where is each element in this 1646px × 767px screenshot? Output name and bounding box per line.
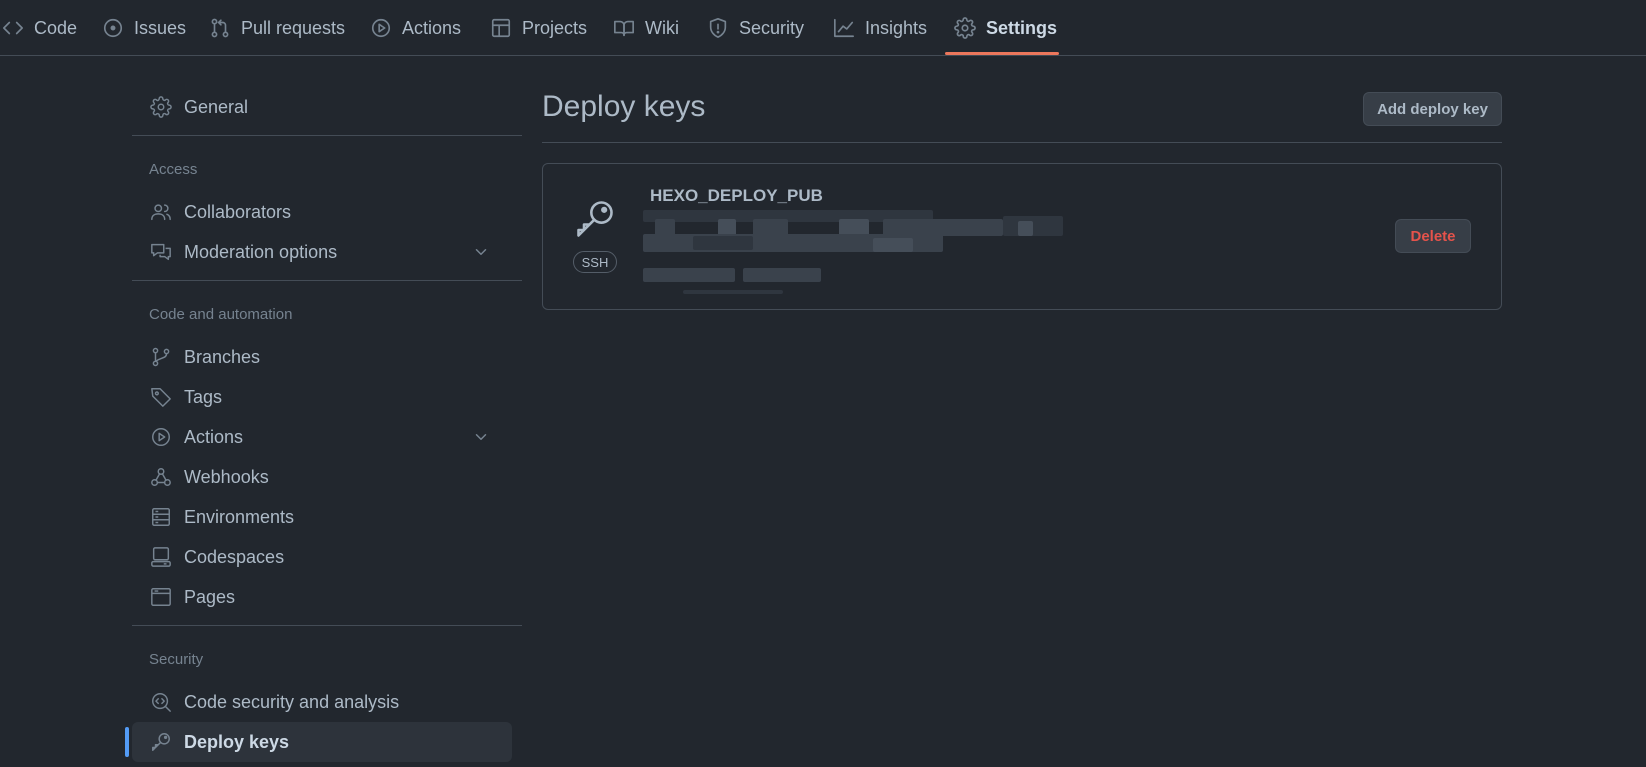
sidebar-item-codespaces[interactable]: Codespaces: [132, 537, 512, 577]
page-title: Deploy keys: [542, 90, 706, 123]
sidebar-item-deploy-keys[interactable]: Deploy keys: [125, 722, 512, 762]
sidebar-item-label: Collaborators: [184, 201, 292, 222]
repo-nav: Code Issues Pull requests Actions Projec…: [0, 0, 1646, 56]
codespaces-icon: [150, 546, 172, 568]
sidebar-item-label: Codespaces: [184, 546, 285, 567]
server-icon: [150, 506, 172, 528]
browser-icon: [150, 586, 172, 608]
issue-opened-icon: [102, 17, 124, 39]
sidebar-item-label: Moderation options: [184, 241, 338, 262]
active-item-indicator: [125, 727, 129, 757]
sidebar-divider: [132, 280, 522, 281]
code-icon: [2, 17, 24, 39]
add-deploy-key-button[interactable]: Add deploy key: [1363, 92, 1502, 126]
sidebar-item-collaborators[interactable]: Collaborators: [132, 192, 512, 232]
graph-icon: [833, 17, 855, 39]
sidebar-item-label: Deploy keys: [184, 731, 290, 752]
play-icon: [370, 17, 392, 39]
sidebar-heading-code-and-automation: Code and automation: [149, 306, 293, 323]
tab-projects[interactable]: Projects: [490, 0, 587, 56]
tab-label: Insights: [865, 17, 928, 38]
sidebar-item-label: Tags: [184, 386, 223, 407]
codescan-icon: [150, 691, 172, 713]
webhook-icon: [150, 466, 172, 488]
sidebar-item-branches[interactable]: Branches: [132, 337, 512, 377]
play-icon: [150, 426, 172, 448]
tab-label: Actions: [402, 17, 462, 38]
key-icon: [150, 731, 172, 753]
title-divider: [542, 142, 1502, 143]
tab-label: Code: [34, 17, 78, 38]
sidebar-divider: [132, 135, 522, 136]
tab-label: Security: [739, 17, 805, 38]
active-tab-indicator: [945, 52, 1059, 55]
sidebar-item-label: Webhooks: [184, 466, 269, 487]
sidebar-item-label: Pages: [184, 586, 236, 607]
delete-key-button[interactable]: Delete: [1395, 219, 1471, 253]
tab-actions[interactable]: Actions: [370, 0, 461, 56]
tab-label: Projects: [522, 17, 588, 38]
tab-security[interactable]: Security: [707, 0, 804, 56]
sidebar-item-code-security-and-analysis[interactable]: Code security and analysis: [132, 682, 512, 722]
tab-label: Issues: [134, 17, 187, 38]
comment-discussion-icon: [150, 241, 172, 263]
tab-label: Settings: [986, 17, 1058, 38]
shield-icon: [707, 17, 729, 39]
sidebar-item-environments[interactable]: Environments: [132, 497, 512, 537]
key-type-badge: SSH: [573, 251, 617, 273]
sidebar-item-label: Environments: [184, 506, 295, 527]
table-icon: [490, 17, 512, 39]
deploy-key-card: SSH HEXO_DEPLOY_PUB Delete: [542, 163, 1502, 310]
book-icon: [613, 17, 635, 39]
tab-issues[interactable]: Issues: [102, 0, 186, 56]
sidebar-item-label: Code security and analysis: [184, 691, 400, 712]
sidebar-item-pages[interactable]: Pages: [132, 577, 512, 617]
sidebar-item-label: Actions: [184, 426, 244, 447]
git-pull-request-icon: [209, 17, 231, 39]
key-icon: [577, 201, 613, 237]
tag-icon: [150, 386, 172, 408]
sidebar-item-actions[interactable]: Actions: [132, 417, 512, 457]
chevron-down-icon[interactable]: [472, 428, 490, 446]
sidebar-item-tags[interactable]: Tags: [132, 377, 512, 417]
gear-icon: [954, 17, 976, 39]
sidebar-item-moderation-options[interactable]: Moderation options: [132, 232, 512, 272]
tab-insights[interactable]: Insights: [833, 0, 927, 56]
sidebar-item-webhooks[interactable]: Webhooks: [132, 457, 512, 497]
sidebar-item-label: General: [184, 96, 249, 117]
people-icon: [150, 201, 172, 223]
tab-settings[interactable]: Settings: [954, 0, 1057, 56]
gear-icon: [150, 96, 172, 118]
tab-code[interactable]: Code: [2, 0, 77, 56]
sidebar-heading-access: Access: [149, 161, 198, 178]
git-branch-icon: [150, 346, 172, 368]
tab-wiki[interactable]: Wiki: [613, 0, 679, 56]
tab-label: Wiki: [645, 17, 679, 38]
chevron-down-icon[interactable]: [472, 243, 490, 261]
tab-label: Pull requests: [241, 17, 346, 38]
tab-pull-requests[interactable]: Pull requests: [209, 0, 345, 56]
sidebar-heading-security: Security: [149, 651, 204, 668]
deploy-key-title: HEXO_DEPLOY_PUB: [650, 186, 823, 205]
sidebar-item-general[interactable]: General: [132, 87, 512, 127]
sidebar-item-label: Branches: [184, 346, 261, 367]
sidebar-divider: [132, 625, 522, 626]
